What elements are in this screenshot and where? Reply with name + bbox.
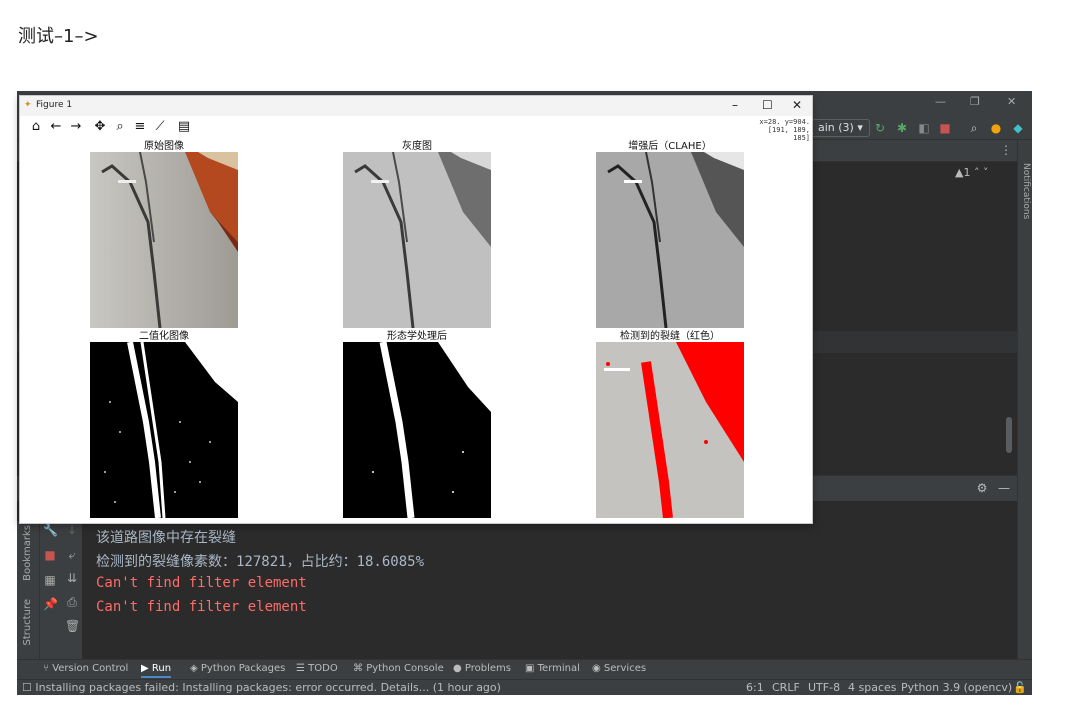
wrench-icon[interactable]: 🔧 [43,523,58,537]
scroll-to-end-icon[interactable]: ⇊ [65,571,79,585]
figure-close-icon[interactable]: ✕ [792,98,802,112]
branch-label: ain (3) [818,121,854,134]
more-options-icon[interactable]: ⋮ [999,143,1013,157]
back-icon[interactable]: ← [48,119,64,135]
pixel-value: [191, 189, 185] [767,126,810,142]
editor-scrollbar[interactable] [1006,417,1012,453]
cursor-readout: x=28. y=904. [191, 189, 185] [748,118,810,142]
tab-label: Services [603,663,647,674]
figure-title-bar: ✦ Figure 1 – ☐ ✕ [20,96,812,116]
indent-setting[interactable]: 4 spaces [848,681,897,694]
scroll-down-icon[interactable]: ↓ [65,523,79,537]
screenshot-page: 测试–1–> — ❐ ✕ ain (3) ▾ ↻ ✱ ◧ ■ ⌕ ● ◆ ⋮ ▲… [0,0,1068,705]
configure-subplots-icon[interactable]: ≡ [132,119,148,135]
structure-tab[interactable]: Structure [22,599,33,646]
tab-version-control[interactable]: ⑂ Version Control [43,663,128,674]
panel-title: 灰度图 [402,141,432,152]
rerun-icon[interactable]: ↻ [873,121,887,135]
bottom-tool-tabs: ⑂ Version Control ▶ Run ◈ Python Package… [17,659,1032,679]
trash-icon[interactable]: 🗑 [65,619,80,633]
pan-icon[interactable]: ✥ [92,119,108,135]
console-line: 检测到的裂缝像素数：127821，占比约：18.6085% [96,554,425,570]
status-message[interactable]: ☐ Installing packages failed: Installing… [22,681,501,694]
figure-maximize-icon[interactable]: ☐ [762,98,773,112]
hide-panel-icon[interactable]: — [997,481,1011,495]
panel-title: 原始图像 [144,141,184,152]
notifications-tab[interactable]: Notifications [1018,163,1031,263]
update-icon[interactable]: ● [989,121,1003,135]
lock-icon[interactable]: 🔓 [1013,681,1027,694]
minimize-icon[interactable]: — [935,95,946,108]
console-line: 该道路图像中存在裂缝 [96,530,236,546]
figure-minimize-icon[interactable]: – [732,98,738,112]
status-bar: ☐ Installing packages failed: Installing… [17,679,1032,695]
debug-icon[interactable]: ✱ [895,121,909,135]
tab-label: TODO [308,663,338,674]
close-icon[interactable]: ✕ [1007,95,1016,108]
tab-label: Problems [464,663,511,674]
layout-icon[interactable]: ▦ [43,573,57,587]
home-icon[interactable]: ⌂ [28,119,44,135]
original-image-panel [90,152,238,328]
tab-label: Run [151,663,172,674]
status-message-text: Installing packages failed: Installing p… [35,681,501,694]
tab-label: Python Console [366,663,444,674]
matplotlib-logo-icon: ✦ [24,100,32,110]
panel-title: 二值化图像 [139,331,189,342]
tab-run[interactable]: ▶ Run [141,663,172,678]
python-interpreter[interactable]: Python 3.9 (opencv) [901,681,1012,694]
bookmarks-tab[interactable]: Bookmarks [22,525,33,581]
caret-position[interactable]: 6:1 [746,681,764,694]
console-line: Can't find filter element [96,599,307,615]
run-console[interactable]: 该道路图像中存在裂缝 检测到的裂缝像素数：127821，占比约：18.6085%… [82,521,1017,659]
stop-icon[interactable]: ■ [938,121,952,135]
panel-title: 检测到的裂缝（红色） [620,331,720,342]
grayscale-panel [343,152,491,328]
edit-axes-icon[interactable]: ⟋ [152,119,168,135]
tab-label: Terminal [537,663,580,674]
tab-label: Python Packages [200,663,286,674]
figure-window: ✦ Figure 1 – ☐ ✕ ⌂ ← → ✥ ⌕ ≡ ⟋ ▤ x=28. y… [19,95,813,524]
detected-cracks-panel [596,342,744,518]
assistant-icon[interactable]: ◆ [1011,121,1025,135]
tab-python-packages[interactable]: ◈ Python Packages [190,663,285,674]
page-heading: 测试–1–> [18,26,99,47]
tab-python-console[interactable]: ⌘ Python Console [353,663,444,674]
cursor-coords: x=28. y=904. [759,118,810,126]
left-tool-rail: Bookmarks Structure [17,521,40,659]
line-ending[interactable]: CRLF [772,681,800,694]
stop-run-icon[interactable]: ■ [43,548,57,562]
file-encoding[interactable]: UTF-8 [808,681,840,694]
figure-toolbar: ⌂ ← → ✥ ⌕ ≡ ⟋ ▤ [20,116,812,138]
pin-icon[interactable]: 📌 [43,597,58,611]
console-line: Can't find filter element [96,575,307,591]
gear-icon[interactable]: ⚙ [975,481,989,495]
warning-count: ▲1 [955,166,971,179]
morphology-panel [343,342,491,518]
run-toolbar: 🔧 ↓ ■ ⤶ ▦ ⇊ 📌 ⎙ 🗑 [40,521,82,659]
forward-icon[interactable]: → [68,119,84,135]
search-icon[interactable]: ⌕ [967,121,981,135]
save-icon[interactable]: ▤ [176,119,192,135]
tab-label: Version Control [52,663,129,674]
tab-problems[interactable]: ● Problems [453,663,511,674]
warning-indicator[interactable]: ▲1 ˄ ˅ [955,166,988,179]
zoom-icon[interactable]: ⌕ [112,119,128,135]
coverage-icon[interactable]: ◧ [917,121,931,135]
clahe-panel [596,152,744,328]
panel-title: 增强后（CLAHE） [628,141,712,152]
tab-services[interactable]: ◉ Services [592,663,646,674]
soft-wrap-icon[interactable]: ⤶ [65,548,79,562]
tab-terminal[interactable]: ▣ Terminal [525,663,580,674]
tab-todo[interactable]: ☰ TODO [296,663,338,674]
print-icon[interactable]: ⎙ [65,595,79,609]
restore-icon[interactable]: ❐ [970,95,980,108]
figure-title: Figure 1 [36,100,73,110]
panel-title: 形态学处理后 [387,331,447,342]
branch-selector[interactable]: ain (3) ▾ [811,119,870,137]
binary-image-panel [90,342,238,518]
